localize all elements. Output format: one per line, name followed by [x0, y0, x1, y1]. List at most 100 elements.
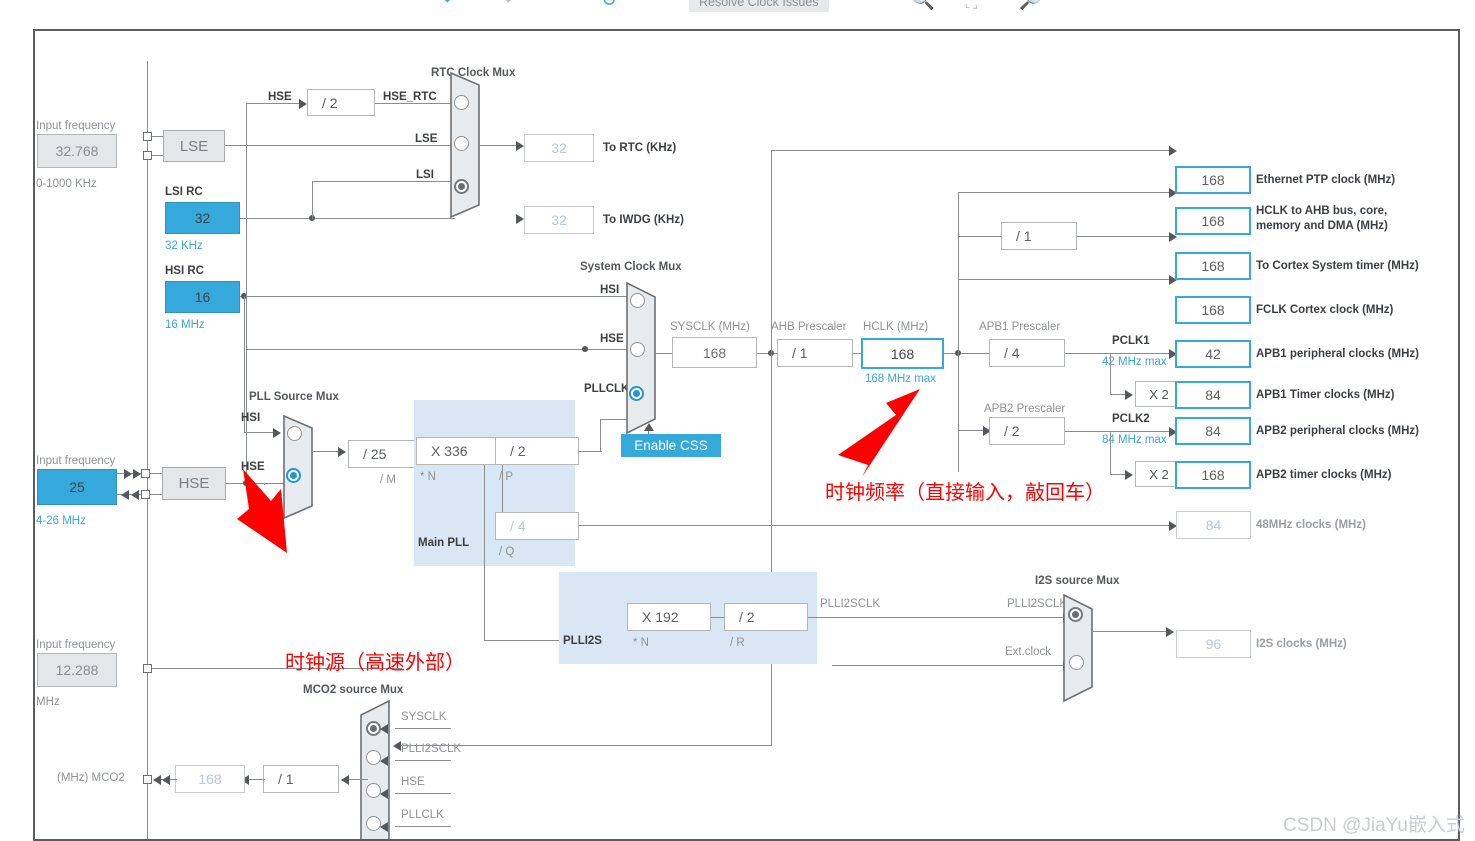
lsi-rc-value[interactable]: 32: [165, 202, 240, 234]
pll-source-mux-title: PLL Source Mux: [249, 391, 339, 403]
output-48mhz-label: 48MHz clocks (MHz): [1256, 519, 1366, 531]
mco2-option-sysclk[interactable]: [366, 721, 381, 736]
undo-icon[interactable]: ↶: [443, 0, 459, 10]
sysclk-value: 168: [672, 337, 757, 368]
output-apb1-periph-value: 42: [1175, 340, 1251, 368]
pclk1-max-label: 42 MHz max: [1102, 356, 1167, 368]
annotation-text-clock-frequency: 时钟频率（直接输入，敲回车）: [825, 480, 1105, 504]
output-48mhz-value: 84: [1176, 511, 1251, 539]
pll-p-label: / P: [499, 471, 514, 483]
toolbar: ↶ ↷ ↻ Resolve Clock Issues 🔍 ⛶ 🔎: [0, 0, 1475, 20]
output-ethernet-ptp-value: 168: [1175, 166, 1251, 194]
pll-m-label: / M: [380, 474, 396, 486]
i2s-ext-clock-label: Ext.clock: [1005, 646, 1052, 658]
hclk-input[interactable]: 168: [861, 338, 944, 369]
lse-input-frequency-field[interactable]: 32.768: [37, 134, 117, 168]
sysmux-hse-label: HSE: [600, 333, 624, 345]
output-hclk-ahb-value: 168: [1175, 207, 1251, 235]
mco2-pllclk-label: PLLCLK: [401, 809, 444, 821]
pclk2-max-label: 84 MHz max: [1102, 434, 1167, 446]
rtc-mux-option-hse-rtc[interactable]: [454, 95, 469, 110]
fit-icon[interactable]: ⛶: [966, 0, 977, 13]
plli2s-title: PLLI2S: [563, 635, 602, 647]
zoom-out-icon[interactable]: 🔎: [1019, 0, 1043, 10]
hse-pin-in: [141, 469, 150, 478]
wire-lsi-to-iwdg: [240, 218, 455, 220]
output-apb1-periph-label: APB1 peripheral clocks (MHz): [1256, 348, 1419, 360]
apb2-prescaler-label: APB2 Prescaler: [984, 403, 1066, 415]
mco2-sysclk-label: SYSCLK: [401, 711, 447, 723]
sysmux-option-pllclk[interactable]: [629, 386, 644, 401]
to-rtc-value: 32: [524, 134, 594, 162]
apb1-prescaler-label: APB1 Prescaler: [979, 321, 1061, 333]
mco2-option-pllclk[interactable]: [366, 816, 381, 831]
output-apb1-timer-value: 84: [1175, 381, 1251, 409]
i2s-input-unit-label: MHz: [36, 696, 60, 708]
hse-range-label: 4-26 MHz: [36, 515, 86, 527]
i2smux-option-plli2sclk[interactable]: [1068, 607, 1083, 622]
pll-src-option-hsi[interactable]: [287, 426, 302, 441]
resolve-clock-issues-button[interactable]: Resolve Clock Issues: [689, 0, 829, 12]
hse-oscillator-box[interactable]: HSE: [162, 467, 226, 500]
to-rtc-label: To RTC (KHz): [603, 142, 677, 154]
sysmux-option-hse[interactable]: [630, 342, 645, 357]
to-iwdg-value: 32: [524, 206, 594, 234]
hse-pin-out: [141, 490, 150, 499]
plli2s-r-label: / R: [730, 637, 745, 649]
i2s-clocks-label: I2S clocks (MHz): [1256, 638, 1347, 650]
apb1-prescaler-select[interactable]: / 4: [989, 339, 1065, 367]
rtc-hse-divider-select[interactable]: / 2: [307, 89, 375, 116]
plli2s-n-multiplier-select[interactable]: X 192: [627, 603, 711, 631]
i2s-input-frequency-label: Input frequency: [36, 639, 116, 651]
output-apb2-timer-value: 168: [1175, 461, 1251, 489]
output-cortex-timer-label: To Cortex System timer (MHz): [1256, 260, 1419, 272]
ahb-prescaler-select[interactable]: / 1: [777, 339, 853, 367]
hsi-rc-value[interactable]: 16: [165, 281, 240, 313]
pllclk-label: PLLCLK: [584, 383, 630, 395]
mco2-divider-select[interactable]: / 1: [263, 765, 339, 793]
cortex-prescaler-select[interactable]: / 1: [1001, 222, 1077, 250]
hse-input-frequency-field[interactable]: 25: [37, 469, 117, 505]
sysmux-option-hsi[interactable]: [630, 293, 645, 308]
plli2s-r-divider-select[interactable]: / 2: [724, 603, 808, 631]
lse-oscillator-box[interactable]: LSE: [163, 130, 225, 162]
rtc-mux-option-lsi[interactable]: [454, 179, 469, 194]
enable-css-button[interactable]: Enable CSS: [621, 434, 721, 457]
mco2-label: (MHz) MCO2: [57, 772, 125, 784]
refresh-icon[interactable]: ↻: [601, 0, 617, 10]
clock-tree-canvas: Input frequency 32.768 0-1000 KHz LSE LS…: [33, 29, 1460, 841]
sysmux-hsi-label: HSI: [600, 284, 620, 296]
pll-p-divider-select[interactable]: / 2: [495, 437, 579, 465]
output-apb1-timer-label: APB1 Timer clocks (MHz): [1256, 389, 1395, 401]
pll-n-label: * N: [420, 471, 436, 483]
mco2-source-mux-title: MCO2 source Mux: [303, 684, 404, 696]
mco2-plli2sclk-label: PLLI2SCLK: [401, 743, 462, 755]
output-cortex-timer-value: 168: [1175, 252, 1251, 280]
mco2-value: 168: [175, 765, 245, 793]
mco2-option-plli2sclk[interactable]: [366, 750, 381, 765]
wire-sysclk-to-eth: [771, 150, 1174, 152]
hclk-label: HCLK (MHz): [863, 321, 929, 333]
i2s-input-frequency-field[interactable]: 12.288: [37, 653, 117, 687]
wire-plli2s-to-i2smux: [808, 617, 1072, 619]
rtc-mux-option-lse[interactable]: [454, 136, 469, 151]
clock-configuration-screen: ↶ ↷ ↻ Resolve Clock Issues 🔍 ⛶ 🔎 Input f…: [0, 0, 1475, 841]
pclk1-label: PCLK1: [1112, 335, 1150, 347]
wire-extclock-to-i2smux: [832, 665, 1072, 667]
output-apb2-periph-label: APB2 peripheral clocks (MHz): [1256, 425, 1419, 437]
mco2-source-mux[interactable]: [358, 699, 402, 839]
i2s-source-mux[interactable]: [1061, 593, 1105, 703]
redo-icon[interactable]: ↷: [497, 0, 513, 10]
i2smux-option-extclock[interactable]: [1069, 655, 1084, 670]
mco2-option-hse[interactable]: [366, 783, 381, 798]
i2s-plli2sclk-label: PLLI2SCLK: [1007, 598, 1068, 610]
lse-range-label: 0-1000 KHz: [36, 178, 97, 190]
pll-q-divider-select[interactable]: / 4: [495, 512, 579, 540]
hse-input-frequency-label: Input frequency: [36, 455, 116, 467]
zoom-in-icon[interactable]: 🔍: [911, 0, 935, 10]
lsi-rc-unit: 32 KHz: [165, 240, 203, 252]
left-bus-line: [147, 61, 149, 839]
apb2-prescaler-select[interactable]: / 2: [989, 417, 1065, 445]
pll-n-multiplier-select[interactable]: X 336: [416, 437, 500, 465]
rtc-lsi-label: LSI: [416, 169, 434, 181]
